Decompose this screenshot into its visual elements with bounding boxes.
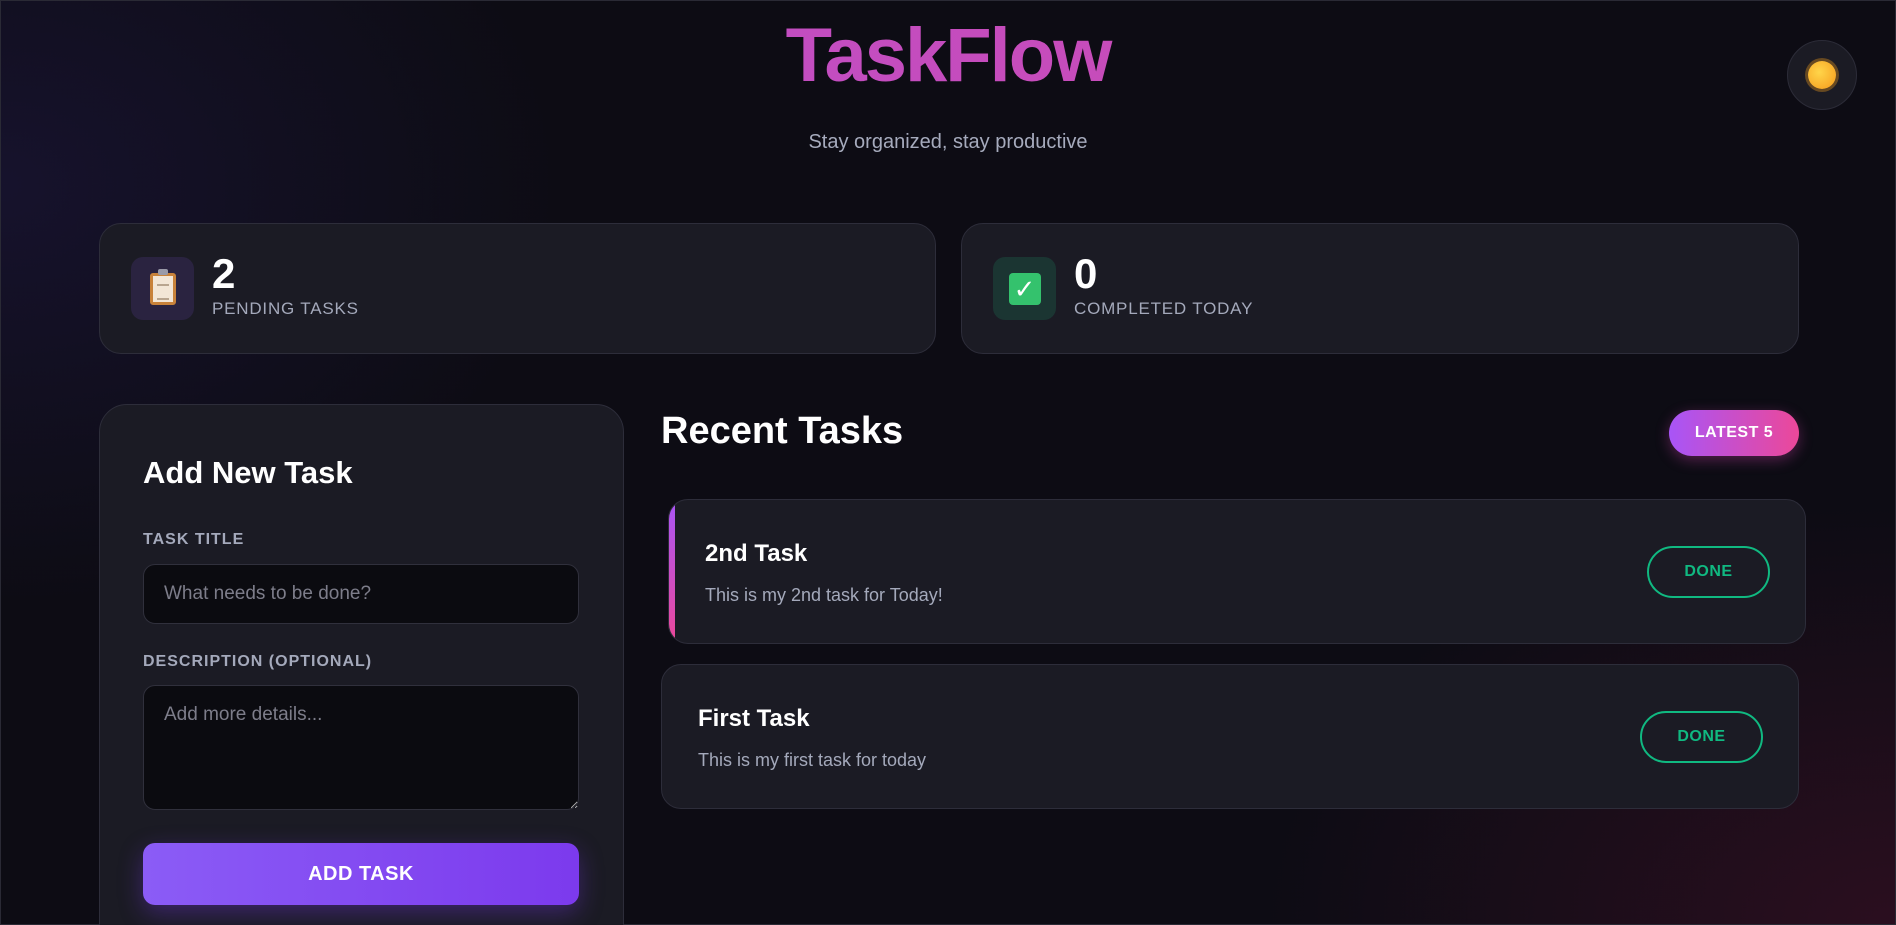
latest-badge: LATEST 5 bbox=[1669, 410, 1799, 456]
pending-tasks-label: PENDING TASKS bbox=[212, 299, 359, 318]
task-card: First Task This is my first task for tod… bbox=[661, 664, 1799, 809]
task-title-label: TASK TITLE bbox=[143, 531, 245, 548]
pending-tasks-card: 2 PENDING TASKS bbox=[99, 223, 936, 354]
add-task-heading: Add New Task bbox=[143, 455, 353, 490]
add-task-panel: Add New Task TASK TITLE DESCRIPTION (OPT… bbox=[99, 404, 624, 925]
completed-today-count: 0 bbox=[1074, 250, 1098, 297]
check-box-icon: ✓ bbox=[993, 257, 1056, 320]
task-description: This is my first task for today bbox=[698, 750, 927, 770]
completed-today-card: ✓ 0 COMPLETED TODAY bbox=[961, 223, 1799, 354]
description-textarea[interactable] bbox=[143, 685, 579, 810]
done-button[interactable]: DONE bbox=[1640, 711, 1763, 763]
task-card: 2nd Task This is my 2nd task for Today! … bbox=[668, 499, 1806, 644]
add-task-button[interactable]: ADD TASK bbox=[143, 843, 579, 905]
recent-tasks-heading: Recent Tasks bbox=[661, 410, 904, 452]
sun-icon bbox=[1808, 61, 1836, 89]
clipboard-icon bbox=[131, 257, 194, 320]
app-title: TaskFlow bbox=[0, 12, 1896, 99]
pending-tasks-count: 2 bbox=[212, 250, 236, 297]
theme-toggle-button[interactable] bbox=[1787, 40, 1857, 110]
completed-today-label: COMPLETED TODAY bbox=[1074, 299, 1254, 318]
done-button[interactable]: DONE bbox=[1647, 546, 1770, 598]
task-description: This is my 2nd task for Today! bbox=[705, 585, 943, 605]
task-title: 2nd Task bbox=[705, 540, 808, 567]
task-title: First Task bbox=[698, 705, 810, 732]
task-title-input[interactable] bbox=[143, 564, 579, 624]
description-label: DESCRIPTION (OPTIONAL) bbox=[143, 653, 373, 670]
task-accent-bar bbox=[669, 500, 675, 643]
app-subtitle: Stay organized, stay productive bbox=[808, 131, 1088, 153]
